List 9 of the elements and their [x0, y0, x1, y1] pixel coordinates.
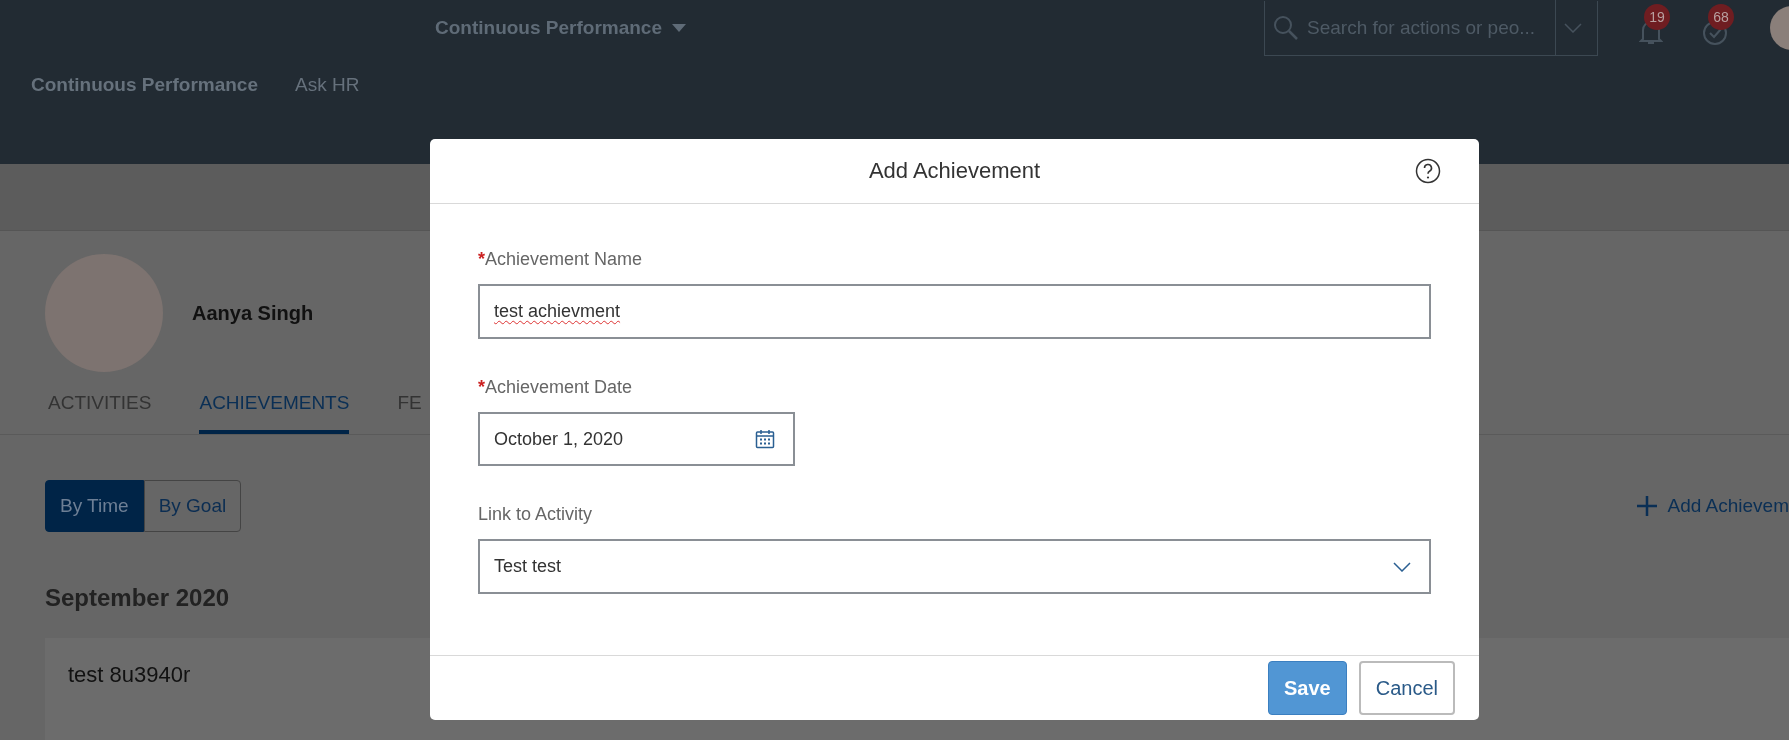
field-label: *Achievement Date: [478, 377, 634, 398]
dialog-title: Add Achievement: [868, 158, 1041, 184]
field-label: *Achievement Name: [478, 249, 644, 270]
profile-name: Aanya Singh: [192, 301, 314, 325]
count-badge: 19: [1644, 4, 1670, 30]
count-badge: 68: [1708, 4, 1734, 30]
field-label: Link to Activity: [478, 504, 594, 525]
achievement-title: test 8u3940r: [68, 662, 191, 687]
section-heading: September 2020: [45, 584, 231, 612]
